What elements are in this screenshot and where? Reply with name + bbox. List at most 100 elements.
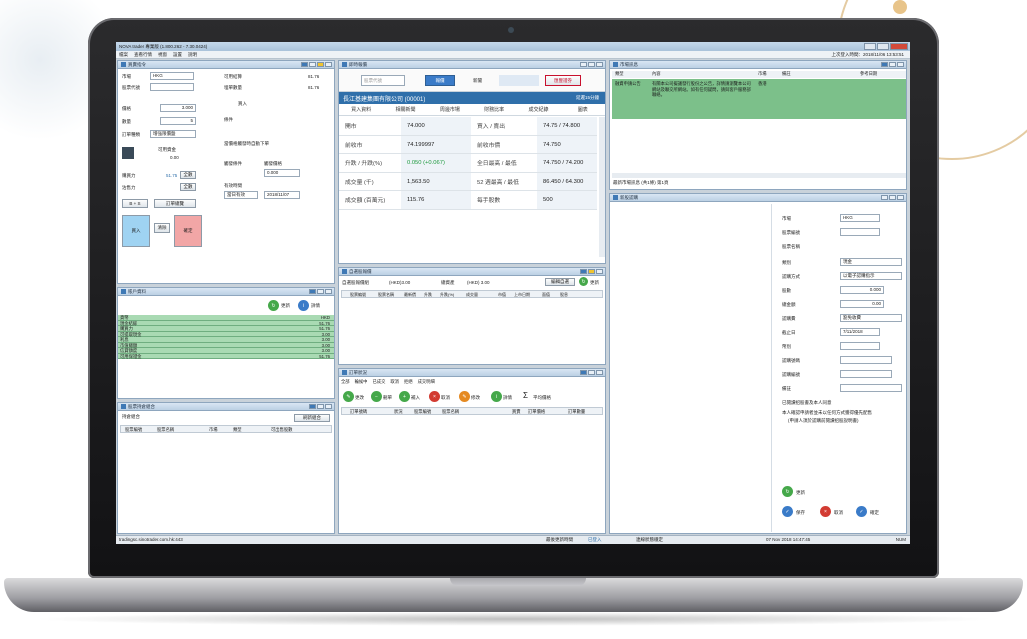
col-mktcap[interactable]: 市值 bbox=[498, 292, 506, 298]
subtab-markets[interactable]: 周邊市場 bbox=[428, 104, 472, 115]
detail-icon[interactable]: i bbox=[298, 300, 309, 311]
tab-rejected[interactable]: 拒絕 bbox=[404, 379, 413, 387]
col-par[interactable]: 面值 bbox=[542, 292, 550, 298]
quantity-input[interactable]: 5 bbox=[160, 117, 196, 125]
panel-menu-icon[interactable] bbox=[580, 269, 587, 274]
ipo-confirm-button[interactable]: 確定 bbox=[870, 510, 879, 516]
detail-icon[interactable]: i bbox=[491, 391, 502, 402]
panel-max-icon[interactable] bbox=[588, 62, 595, 67]
col-volume[interactable]: 成交量 bbox=[466, 292, 478, 298]
panel-pin-icon[interactable] bbox=[580, 62, 587, 67]
col-remark[interactable]: 備註 bbox=[782, 71, 791, 77]
detail-button[interactable]: 詳情 bbox=[503, 395, 512, 401]
col-code[interactable]: 股票編號 bbox=[350, 292, 366, 298]
ipo-cancel-button[interactable]: 取消 bbox=[834, 510, 843, 516]
col-price[interactable]: 訂單價格 bbox=[528, 409, 545, 415]
news-hscrollbar[interactable] bbox=[612, 173, 906, 178]
ipo-remark-input[interactable] bbox=[840, 384, 902, 392]
menu-help[interactable]: 說明 bbox=[188, 52, 197, 58]
average-price-button[interactable]: 平均價格 bbox=[533, 395, 551, 401]
order-type-select[interactable]: 增強限價盤 bbox=[150, 130, 196, 138]
portfolio-refresh-button[interactable]: 刷新組合 bbox=[294, 414, 330, 422]
tab-queued[interactable]: 輪候中 bbox=[355, 379, 368, 387]
cancel-icon[interactable]: × bbox=[429, 391, 440, 402]
panel-menu-icon[interactable] bbox=[301, 62, 308, 67]
tab-all[interactable]: 全部 bbox=[341, 379, 350, 387]
delete-icon[interactable]: − bbox=[371, 391, 382, 402]
add-icon[interactable]: + bbox=[399, 391, 410, 402]
col-order-no[interactable]: 訂單號碼 bbox=[350, 409, 367, 415]
account-refresh-button[interactable]: 更新 bbox=[281, 303, 290, 309]
ipo-checkbox-prospectus[interactable]: 已閱讀招股書及本人同意 bbox=[782, 400, 832, 406]
panel-close-icon[interactable] bbox=[897, 62, 904, 67]
panel-close-icon[interactable] bbox=[325, 289, 332, 294]
all-sell-button[interactable]: 全數 bbox=[180, 183, 196, 191]
panel-max-icon[interactable] bbox=[889, 195, 896, 200]
panel-close-icon[interactable] bbox=[897, 195, 904, 200]
panel-close-icon[interactable] bbox=[596, 62, 603, 67]
col-last[interactable]: 最新價 bbox=[404, 292, 416, 298]
panel-pin-icon[interactable] bbox=[889, 62, 896, 67]
ipo-update-button[interactable]: 更新 bbox=[796, 490, 805, 496]
panel-pin-icon[interactable] bbox=[317, 289, 324, 294]
clear-button[interactable]: 清除 bbox=[154, 223, 170, 233]
edit-watchlist-button[interactable]: 編輯自選 bbox=[545, 278, 575, 286]
menu-window[interactable]: 視窗 bbox=[158, 52, 167, 58]
panel-pin-icon[interactable] bbox=[588, 370, 595, 375]
trigger-price-input[interactable]: 0.000 bbox=[264, 169, 300, 177]
refresh-icon[interactable]: ↻ bbox=[782, 486, 793, 497]
price-input[interactable]: 3.000 bbox=[160, 104, 196, 112]
quote-button[interactable]: 報價 bbox=[425, 75, 455, 86]
modify-button[interactable]: 更改 bbox=[355, 395, 364, 401]
col-side[interactable]: 買賣 bbox=[512, 409, 521, 415]
col-change[interactable]: 升跌 bbox=[424, 292, 432, 298]
col-type[interactable]: 類型 bbox=[233, 427, 242, 433]
subtab-info[interactable]: 買入資料 bbox=[339, 104, 383, 115]
valid-date-input[interactable]: 2018/11/07 bbox=[264, 191, 300, 199]
col-status[interactable]: 狀況 bbox=[394, 409, 403, 415]
quote-search-input[interactable]: 股票代號 bbox=[361, 75, 405, 86]
valid-type-select[interactable]: 當日有效 bbox=[224, 191, 258, 199]
ipo-code-input[interactable] bbox=[840, 228, 880, 236]
ipo-save-button[interactable]: 保存 bbox=[796, 510, 805, 516]
ipo-class-select[interactable]: 現金 bbox=[840, 258, 902, 266]
ipo-method-select[interactable]: 以電子認購指示 bbox=[840, 272, 902, 280]
refresh-icon[interactable]: ↻ bbox=[579, 277, 588, 286]
panel-lock-icon[interactable] bbox=[588, 269, 595, 274]
col-code[interactable]: 股票編號 bbox=[414, 409, 431, 415]
col-dividend[interactable]: 股息 bbox=[560, 292, 568, 298]
tab-filled[interactable]: 已成交 bbox=[372, 379, 385, 387]
col-name[interactable]: 股票名稱 bbox=[442, 409, 459, 415]
account-detail-button[interactable]: 詳情 bbox=[311, 303, 320, 309]
auto-order-checkbox[interactable]: 當價格觸發時自動下單 bbox=[224, 141, 269, 147]
ipo-checkbox-confirm[interactable]: 本人確認申請者並未以任何方式獲得優先配售 bbox=[782, 410, 872, 416]
col-date[interactable]: 參考日期 bbox=[860, 71, 877, 77]
panel-pin-icon[interactable] bbox=[317, 404, 324, 409]
cancel-icon[interactable]: × bbox=[820, 506, 831, 517]
panel-menu-icon[interactable] bbox=[580, 370, 587, 375]
panel-menu-icon[interactable] bbox=[309, 404, 316, 409]
maximize-button[interactable] bbox=[877, 43, 889, 50]
col-type[interactable]: 類型 bbox=[615, 71, 624, 77]
col-market[interactable]: 市場 bbox=[758, 71, 767, 77]
panel-close-icon[interactable] bbox=[596, 269, 603, 274]
col-change-pct[interactable]: 升跌(%) bbox=[440, 292, 454, 298]
col-qty[interactable]: 訂單數量 bbox=[568, 409, 585, 415]
edit-order-button[interactable]: 修改 bbox=[471, 395, 480, 401]
subtab-chart[interactable]: 圖表 bbox=[561, 104, 605, 115]
tab-cancelled[interactable]: 取消 bbox=[390, 379, 399, 387]
panel-close-icon[interactable] bbox=[325, 62, 332, 67]
quote-scrollbar[interactable] bbox=[599, 117, 605, 257]
subtab-ratios[interactable]: 財務比率 bbox=[472, 104, 516, 115]
subtab-news[interactable]: 相關新聞 bbox=[383, 104, 427, 115]
menu-settings[interactable]: 設置 bbox=[173, 52, 182, 58]
add-button[interactable]: 補入 bbox=[411, 395, 420, 401]
close-button[interactable] bbox=[890, 43, 908, 50]
partner-button[interactable]: 匯豐證券 bbox=[545, 75, 581, 86]
stock-code-input[interactable] bbox=[150, 83, 194, 91]
ipo-fee-select[interactable]: 豁免收費 bbox=[840, 314, 902, 322]
ipo-deadline[interactable]: 7/11/2018 bbox=[840, 328, 880, 336]
tab-trade-details[interactable]: 成交明細 bbox=[418, 379, 435, 387]
all-buy-button[interactable]: 全數 bbox=[180, 171, 196, 179]
ipo-qty-input[interactable]: 0.000 bbox=[840, 286, 884, 294]
